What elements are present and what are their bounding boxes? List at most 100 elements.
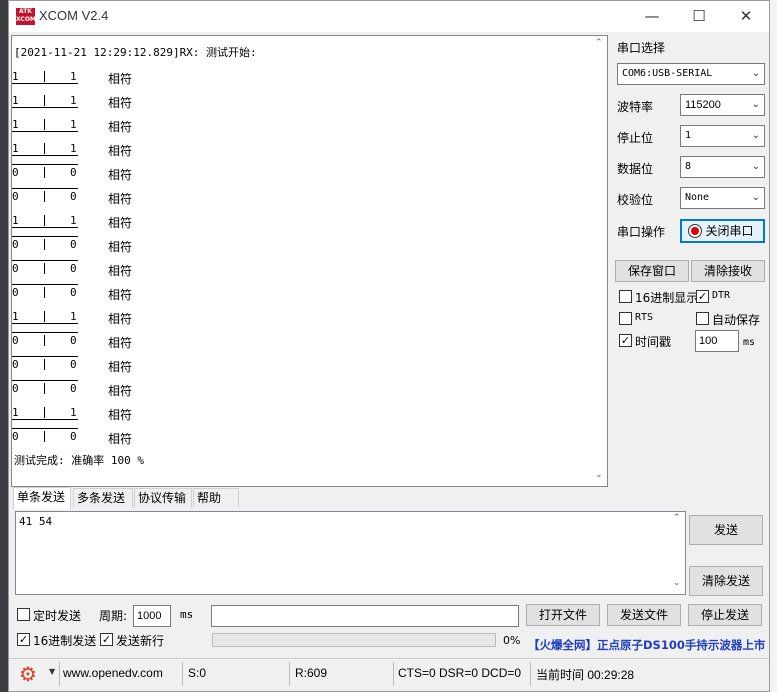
file-path-input[interactable] — [211, 605, 519, 627]
timestamp-checkbox[interactable]: ✓ — [619, 334, 632, 347]
autosave-checkbox[interactable] — [696, 312, 709, 325]
status-divider — [289, 662, 290, 686]
data-bits-value: 8 — [685, 161, 692, 172]
row-separator — [44, 95, 45, 106]
caret-down-icon[interactable]: ▼ — [49, 667, 55, 676]
row-verdict: 相符 — [108, 192, 133, 206]
parity-select[interactable]: None ⌄ — [680, 187, 765, 209]
row-verdict: 相符 — [108, 432, 133, 446]
window-title: XCOM V2.4 — [39, 8, 109, 23]
row-separator — [44, 287, 45, 298]
tab-multi-send[interactable]: 多条发送 — [73, 488, 133, 508]
timestamp-label: 时间戳 — [635, 335, 672, 349]
ad-link[interactable]: 【火爆全网】正点原子DS100手持示波器上市 — [528, 637, 765, 653]
row-underline — [12, 419, 78, 420]
row-value-a: 1 — [12, 70, 19, 83]
row-separator — [44, 407, 45, 418]
autosave-label: 自动保存 — [712, 313, 761, 327]
receive-row: 1 1 相符 — [12, 404, 172, 422]
row-verdict: 相符 — [108, 72, 133, 86]
row-value-b: 1 — [70, 142, 77, 155]
parity-label: 校验位 — [617, 193, 654, 207]
row-value-a: 0 — [12, 286, 19, 299]
row-verdict: 相符 — [108, 144, 133, 158]
chevron-down-icon: ⌄ — [751, 161, 760, 172]
row-value-b: 1 — [70, 310, 77, 323]
dtr-label: DTR — [712, 290, 731, 301]
send-scrollbar[interactable]: ⌃ ⌄ — [670, 512, 685, 594]
newline-checkbox[interactable]: ✓ — [100, 633, 113, 646]
parity-value: None — [685, 192, 710, 203]
data-bits-select[interactable]: 8 ⌄ — [680, 156, 765, 178]
port-select[interactable]: COM6:USB-SERIAL ⌄ — [617, 63, 765, 85]
hex-display-checkbox[interactable] — [619, 290, 632, 303]
row-separator — [44, 71, 45, 82]
close-port-button[interactable]: 关闭串口 — [680, 219, 765, 243]
row-underline — [12, 83, 78, 84]
receive-textarea[interactable]: [2021-11-21 12:29:12.829]RX: 测试开始: 1 1 相符 1… — [11, 35, 608, 487]
period-input[interactable]: 1000 — [133, 605, 171, 627]
tab-protocol[interactable]: 协议传输 — [134, 488, 192, 508]
receive-scrollbar[interactable]: ⌃ ⌄ — [592, 36, 607, 486]
send-file-button[interactable]: 发送文件 — [607, 604, 681, 626]
timestamp-interval-input[interactable]: 100 — [695, 330, 739, 352]
clear-receive-button[interactable]: 清除接收 — [691, 260, 765, 282]
row-value-b: 0 — [70, 358, 77, 371]
receive-row: 1 1 相符 — [12, 140, 172, 158]
close-button[interactable]: ✕ — [723, 1, 769, 31]
baud-select[interactable]: 115200 ⌄ — [680, 94, 765, 116]
row-overline — [12, 284, 78, 285]
chevron-down-icon: ⌄ — [751, 99, 760, 110]
checkmark-icon: ✓ — [101, 633, 112, 646]
save-window-button[interactable]: 保存窗口 — [615, 260, 689, 282]
scroll-down-icon[interactable]: ⌄ — [673, 578, 681, 588]
receive-header-line: [2021-11-21 12:29:12.829]RX: 测试开始: — [14, 46, 257, 59]
row-verdict: 相符 — [108, 96, 133, 110]
data-bits-label: 数据位 — [617, 162, 654, 176]
baud-label: 波特率 — [617, 100, 654, 114]
hex-send-label: 16进制发送 — [33, 634, 97, 648]
dtr-checkbox[interactable]: ✓ — [696, 290, 709, 303]
website-link[interactable]: www.openedv.com — [63, 666, 163, 680]
send-button[interactable]: 发送 — [689, 515, 763, 545]
port-select-label: 串口选择 — [617, 41, 666, 55]
row-value-b: 0 — [70, 430, 77, 443]
scroll-up-icon[interactable]: ⌃ — [673, 513, 681, 523]
row-value-a: 0 — [12, 238, 19, 251]
receive-row: 0 0 相符 — [12, 236, 172, 254]
clear-send-button[interactable]: 清除发送 — [689, 566, 763, 596]
newline-label: 发送新行 — [116, 634, 165, 648]
send-textarea[interactable]: 41 54 ⌃ ⌄ — [15, 511, 686, 595]
open-file-button[interactable]: 打开文件 — [526, 604, 600, 626]
stop-send-button[interactable]: 停止发送 — [688, 604, 762, 626]
checkmark-icon: ✓ — [620, 334, 631, 347]
receive-row: 1 1 相符 — [12, 212, 172, 230]
gear-icon[interactable]: ⚙ — [19, 662, 37, 686]
status-divider — [182, 662, 183, 686]
tab-single-send[interactable]: 单条发送 — [13, 487, 71, 509]
stop-bits-label: 停止位 — [617, 131, 654, 145]
stop-bits-select[interactable]: 1 ⌄ — [680, 125, 765, 147]
scroll-up-icon[interactable]: ⌃ — [595, 38, 603, 48]
tab-help[interactable]: 帮助 — [193, 488, 239, 508]
timed-send-checkbox[interactable] — [17, 608, 30, 621]
hex-send-checkbox[interactable]: ✓ — [17, 633, 30, 646]
row-value-a: 1 — [12, 406, 19, 419]
row-verdict: 相符 — [108, 408, 133, 422]
receive-row: 1 1 相符 — [12, 116, 172, 134]
row-value-b: 0 — [70, 166, 77, 179]
maximize-button[interactable]: ☐ — [676, 1, 722, 31]
current-time: 当前时间 00:29:28 — [536, 668, 635, 682]
scroll-down-icon[interactable]: ⌄ — [595, 470, 603, 480]
row-underline — [12, 323, 78, 324]
row-verdict: 相符 — [108, 312, 133, 326]
line-status: CTS=0 DSR=0 DCD=0 — [398, 666, 522, 680]
minimize-button[interactable]: — — [629, 1, 675, 31]
receive-row: 0 0 相符 — [12, 260, 172, 278]
receive-row: 0 0 相符 — [12, 188, 172, 206]
rts-checkbox[interactable] — [619, 312, 632, 325]
received-count: R:609 — [295, 666, 328, 680]
port-select-value: COM6:USB-SERIAL — [622, 68, 713, 79]
row-verdict: 相符 — [108, 168, 133, 182]
title-bar: ATK XCOM XCOM V2.4 — ☐ ✕ — [9, 1, 769, 32]
